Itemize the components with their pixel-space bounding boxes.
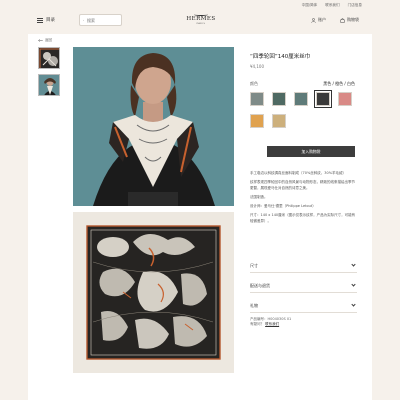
color-swatch-4[interactable] — [314, 90, 332, 108]
hamburger-icon — [37, 17, 43, 23]
model-thumbnail-image — [39, 75, 59, 95]
model-photo — [73, 47, 234, 206]
help-row: 有疑问？ 联系我们 — [250, 322, 291, 327]
accordion-label: 尺寸 — [250, 262, 258, 268]
color-swatch-6[interactable] — [250, 114, 264, 128]
color-swatch-1[interactable] — [250, 92, 264, 106]
utility-link-region[interactable]: 中国/简体 — [302, 3, 318, 8]
description-paragraph: 手工卷边以斜纹绸真丝面料制成（70%丝斜纹，30%羊毛绒） — [250, 171, 347, 175]
product-title: “四季轮回”140厘米丝巾 — [250, 54, 311, 60]
add-to-cart-button[interactable]: 加入购物袋 — [267, 146, 355, 157]
accordion-label: 礼物 — [250, 302, 258, 308]
product-info: “四季轮回”140厘米丝巾 ¥4,100 颜色 黑色 / 橙色 / 白色 — [250, 52, 355, 128]
description-paragraph: 纹样表现四季轮回中的自然风景与动物形态，精致的线条描绘出季节更替，展现爱马仕对自… — [250, 180, 355, 190]
utility-link-stores[interactable]: 门店信息 — [348, 3, 362, 8]
brand-sub: PARIS — [196, 22, 206, 25]
back-link[interactable]: 返回 — [38, 38, 52, 43]
color-row: 颜色 黑色 / 橙色 / 白色 — [250, 81, 355, 87]
color-swatch-5[interactable] — [338, 92, 352, 106]
chevron-down-icon — [351, 262, 356, 267]
cart-label: 购物袋 — [347, 17, 359, 22]
accordion-shipping[interactable]: 配送与退货 — [250, 279, 357, 293]
accordion-label: 配送与退货 — [250, 282, 270, 288]
thumbnail-scarf[interactable] — [38, 47, 60, 69]
description-paragraph: 尺寸：140 x 140厘米（图示仅表示纹样，产品为实际尺寸，可能有轻微差异）。 — [250, 213, 356, 223]
utility-bar: 中国/简体 联系我们 门店信息 — [302, 3, 362, 8]
header: 目录 HERMES PARIS 账户 购物袋 — [0, 12, 400, 32]
search-box[interactable] — [79, 14, 122, 26]
search-input[interactable] — [87, 17, 121, 23]
swatch-grid — [250, 90, 355, 128]
back-label: 返回 — [45, 38, 52, 42]
color-swatch-2[interactable] — [272, 92, 286, 106]
scarf-photo — [73, 212, 234, 373]
bag-icon — [340, 17, 345, 23]
scarf-thumbnail-image — [39, 48, 59, 68]
product-price: ¥4,100 — [250, 64, 264, 69]
brand-logo[interactable]: HERMES PARIS — [186, 13, 216, 25]
user-icon — [311, 17, 316, 23]
description-paragraph: 法国制造。 — [250, 194, 268, 199]
cart-button[interactable]: 购物袋 — [340, 17, 359, 23]
product-description: 手工卷边以斜纹绸真丝面料制成（70%丝斜纹，30%羊毛绒） 纹样表现四季轮回中的… — [250, 171, 357, 228]
accordion-gift[interactable]: 礼物 — [250, 299, 357, 313]
thumbnail-model[interactable] — [38, 74, 60, 96]
description-paragraph: 设计师：爱马仕·德里（Philippe Letout） — [250, 204, 316, 209]
utility-link-contact[interactable]: 联系我们 — [325, 3, 339, 8]
chevron-down-icon — [351, 302, 356, 307]
color-value: 黑色 / 橙色 / 白色 — [323, 81, 355, 86]
brand-name: HERMES — [186, 16, 216, 22]
color-label: 颜色 — [250, 81, 258, 86]
menu-button[interactable]: 目录 — [37, 17, 55, 23]
search-icon — [83, 19, 84, 21]
color-swatch-7[interactable] — [272, 114, 286, 128]
arrow-left-icon — [38, 39, 43, 42]
menu-label: 目录 — [46, 18, 55, 23]
product-reference: 产品编号：H004030S 01 有疑问？ 联系我们 — [250, 317, 291, 328]
help-label: 有疑问？ — [250, 322, 264, 327]
account-button[interactable]: 账户 — [311, 17, 326, 23]
chevron-down-icon — [351, 282, 356, 287]
color-swatch-3[interactable] — [294, 92, 308, 106]
accordion-size[interactable]: 尺寸 — [250, 259, 357, 273]
contact-link[interactable]: 联系我们 — [265, 322, 279, 326]
account-label: 账户 — [318, 17, 326, 22]
